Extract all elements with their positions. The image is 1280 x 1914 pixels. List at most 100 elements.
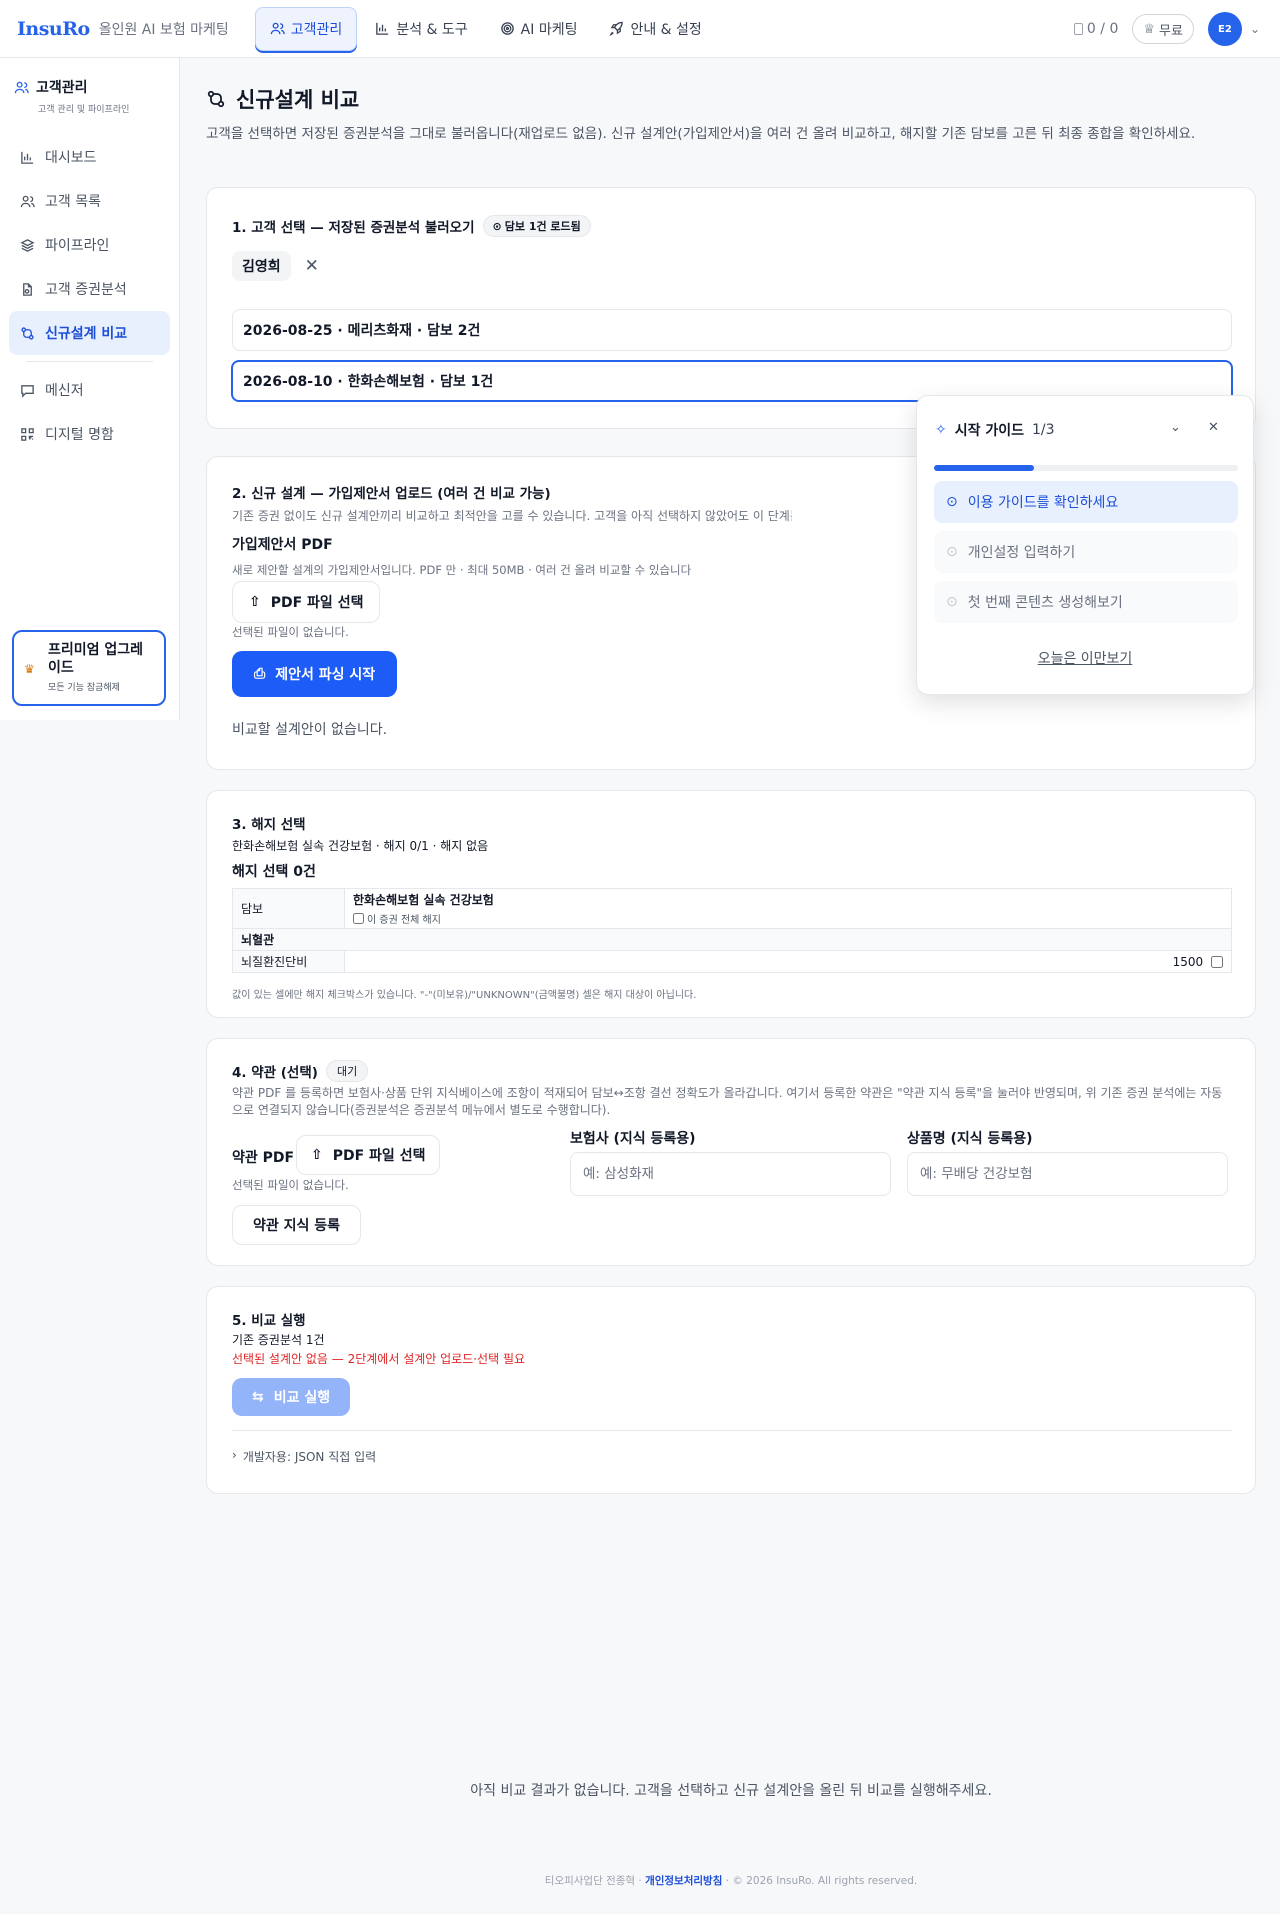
target-icon bbox=[500, 22, 514, 35]
step3-card: 3. 해지 선택 한화손해보험 실속 건강보험 · 해지 0/1 · 해지 없음… bbox=[206, 790, 1256, 1018]
guide-count: 1/3 bbox=[1032, 422, 1055, 438]
users-icon bbox=[14, 81, 29, 93]
sidebar-item-policy-analysis[interactable]: 고객 증권분석 bbox=[9, 267, 170, 311]
step4-title: 4. 약관 (선택) bbox=[232, 1065, 318, 1081]
sidebar-item-label: 고객 목록 bbox=[45, 194, 101, 210]
premium-upgrade-card[interactable]: ♛ 프리미엄 업그레이드 모든 기능 잠금해제 bbox=[12, 630, 166, 706]
coverage-name: 뇌질환진단비 bbox=[232, 950, 345, 973]
crown-icon: ♛ bbox=[24, 662, 35, 676]
sidebar-item-label: 메신저 bbox=[45, 383, 84, 399]
cancel-coverage-checkbox[interactable] bbox=[1211, 956, 1223, 968]
upload-icon: ⇧ bbox=[249, 594, 261, 610]
loaded-badge-text: 담보 1건 로드됨 bbox=[504, 220, 581, 233]
selected-customer: 김영희 ✕ bbox=[232, 251, 319, 281]
insurer-input[interactable] bbox=[570, 1152, 891, 1196]
sidebar-item-pipeline[interactable]: 파이프라인 bbox=[9, 223, 170, 267]
compare-icon bbox=[21, 326, 34, 340]
plan-badge[interactable]: ♕ 무료 bbox=[1132, 14, 1194, 44]
main-nav: 고객관리 분석 & 도구 AI 마케팅 안내 & 설정 bbox=[254, 6, 716, 51]
guide-progress bbox=[934, 465, 1238, 471]
avatar[interactable]: E2 bbox=[1207, 12, 1242, 46]
step5-card: 5. 비교 실행 기존 증권분석 1건 선택된 설계안 없음 — 2단계에서 설… bbox=[206, 1286, 1256, 1494]
logo[interactable]: InsuRo bbox=[17, 18, 90, 40]
users-icon bbox=[20, 195, 35, 207]
check-circle-icon: ⊙ bbox=[492, 219, 502, 233]
dismiss-today-link[interactable]: 오늘은 이만보기 bbox=[917, 648, 1253, 668]
cancel-note: 값이 있는 셀에만 해지 체크박스가 있습니다. "-"(미보유)/"UNKNO… bbox=[232, 990, 697, 1001]
qr-code-icon bbox=[21, 427, 34, 441]
step4-header: 4. 약관 (선택) 대기 bbox=[232, 1060, 369, 1082]
chevron-down-icon[interactable]: ⌄ bbox=[1170, 420, 1181, 435]
header-actions: 0 / 0 ♕ 무료 E2 ⌄ bbox=[1073, 12, 1260, 46]
sidebar-item-new-design-compare[interactable]: 신규설계 비교 bbox=[9, 311, 170, 355]
table-row: 뇌질환진단비 1500 bbox=[232, 950, 1232, 973]
sidebar-item-label: 신규설계 비교 bbox=[45, 326, 128, 342]
guide-step[interactable]: ⊙ 개인설정 입력하기 bbox=[934, 531, 1238, 573]
run-compare-button[interactable]: ⇆ 비교 실행 bbox=[232, 1378, 351, 1416]
sidebar-item-label: 파이프라인 bbox=[45, 238, 110, 254]
tab-guide-settings[interactable]: 안내 & 설정 bbox=[595, 7, 715, 51]
compare-icon: ⇆ bbox=[252, 1389, 264, 1405]
guide-header: ✧ 시작 가이드 1/3 bbox=[935, 420, 1055, 440]
start-guide-popup: ✧ 시작 가이드 1/3 ⌄ ✕ ⊙ 이용 가이드를 확인하세요 ⊙ 개인설정 … bbox=[916, 395, 1254, 695]
insurer-label: 보험사 (지식 등록용) bbox=[570, 1131, 696, 1147]
cancel-all-checkbox[interactable] bbox=[353, 913, 364, 924]
guide-step-label: 첫 번째 콘텐츠 생성해보기 bbox=[967, 595, 1123, 611]
analysis-item[interactable]: 2026-08-25 · 메리츠화재 · 담보 2건 bbox=[232, 309, 1232, 351]
product-label: 상품명 (지식 등록용) bbox=[907, 1131, 1033, 1147]
step2-title: 2. 신규 설계 — 가입제안서 업로드 (여러 건 비교 가능) bbox=[232, 486, 551, 502]
message-icon bbox=[21, 384, 34, 398]
customer-chip: 김영희 bbox=[232, 251, 291, 281]
terms-no-file: 선택된 파일이 없습니다. bbox=[232, 1178, 349, 1192]
tab-customer-management[interactable]: 고객관리 bbox=[254, 6, 358, 51]
terms-file-button[interactable]: ⇧ PDF 파일 선택 bbox=[296, 1135, 441, 1175]
logo-subtitle: 올인원 AI 보험 마케팅 bbox=[98, 21, 229, 38]
plan-label: 무료 bbox=[1159, 23, 1183, 39]
file-scan-icon: ⎙ bbox=[254, 666, 266, 682]
sidebar-item-dashboard[interactable]: 대시보드 bbox=[9, 135, 170, 179]
proposal-no-file: 선택된 파일이 없습니다. bbox=[232, 625, 349, 639]
close-icon[interactable]: ✕ bbox=[305, 256, 319, 276]
tab-label: 안내 & 설정 bbox=[630, 21, 702, 38]
step4-card: 4. 약관 (선택) 대기 약관 PDF 를 등록하면 보험사·상품 단위 지식… bbox=[206, 1038, 1256, 1266]
empty-proposals: 비교할 설계안이 없습니다. bbox=[232, 722, 388, 738]
page-title-text: 신규설계 비교 bbox=[236, 88, 360, 112]
sidebar-title-text: 고객관리 bbox=[36, 80, 88, 96]
product-input[interactable] bbox=[907, 1152, 1228, 1196]
proposal-file-button[interactable]: ⇧ PDF 파일 선택 bbox=[232, 581, 381, 623]
sidebar-item-digital-card[interactable]: 디지털 명함 bbox=[9, 412, 170, 456]
register-terms-button[interactable]: 약관 지식 등록 bbox=[232, 1205, 362, 1245]
upload-icon: ⇧ bbox=[311, 1147, 323, 1163]
run-compare-label: 비교 실행 bbox=[273, 1390, 331, 1406]
empty-result-message: 아직 비교 결과가 없습니다. 고객을 선택하고 신규 설계안을 올린 뒤 비교… bbox=[470, 1783, 992, 1799]
privacy-link[interactable]: 개인정보처리방침 bbox=[645, 1875, 722, 1887]
step3-summary: 한화손해보험 실속 건강보험 · 해지 0/1 · 해지 없음 bbox=[232, 839, 489, 853]
copyright-footer: 티오피사업단 전종혁 · 개인정보처리방침 · © 2026 InsuRo. A… bbox=[544, 1875, 918, 1887]
tab-analysis-tools[interactable]: 분석 & 도구 bbox=[361, 7, 481, 51]
sidebar-item-messenger[interactable]: 메신저 bbox=[9, 368, 170, 412]
guide-step[interactable]: ⊙ 첫 번째 콘텐츠 생성해보기 bbox=[934, 581, 1238, 623]
cancel-count: 해지 선택 0건 bbox=[232, 864, 316, 880]
top-header: InsuRo 올인원 AI 보험 마케팅 고객관리 분석 & 도구 AI 마케팅… bbox=[0, 0, 1280, 58]
cancel-all-label: 이 증권 전체 해지 bbox=[367, 915, 441, 926]
proposal-file-button-label: PDF 파일 선택 bbox=[270, 595, 364, 611]
crown-icon: ♕ bbox=[1143, 21, 1156, 37]
compare-icon bbox=[207, 90, 225, 108]
chevron-down-icon[interactable]: ⌄ bbox=[1250, 22, 1260, 36]
tab-ai-marketing[interactable]: AI 마케팅 bbox=[486, 7, 592, 51]
step3-title: 3. 해지 선택 bbox=[232, 817, 306, 833]
sidebar-item-label: 고객 증권분석 bbox=[45, 282, 127, 298]
step1-title: 1. 고객 선택 — 저장된 증권분석 불러오기 bbox=[232, 220, 475, 236]
proposal-pdf-hint: 새로 제안할 설계의 가입제안서입니다. PDF 만 · 최대 50MB · 여… bbox=[232, 563, 692, 577]
close-icon[interactable]: ✕ bbox=[1208, 420, 1219, 435]
copyright-text: © 2026 InsuRo. All rights reserved. bbox=[732, 1875, 918, 1887]
dev-json-toggle[interactable]: › 개발자용: JSON 직접 입력 bbox=[232, 1448, 376, 1465]
sidebar-item-customers[interactable]: 고객 목록 bbox=[9, 179, 170, 223]
guide-title: 시작 가이드 bbox=[954, 423, 1025, 439]
coverage-table: 담보 한화손해보험 실속 건강보험 이 증권 전체 해지 뇌혈관 뇌질환진단비 … bbox=[232, 888, 1232, 973]
sidebar-menu: 대시보드 고객 목록 파이프라인 고객 증권분석 신규설계 비교 메신저 디지털… bbox=[0, 135, 179, 456]
parse-proposal-button[interactable]: ⎙ 제안서 파싱 시작 bbox=[232, 651, 398, 697]
credit-value: 0 / 0 bbox=[1086, 21, 1119, 37]
step1-header: 1. 고객 선택 — 저장된 증권분석 불러오기 ⊙ 담보 1건 로드됨 bbox=[232, 215, 591, 237]
guide-step[interactable]: ⊙ 이용 가이드를 확인하세요 bbox=[934, 481, 1238, 523]
